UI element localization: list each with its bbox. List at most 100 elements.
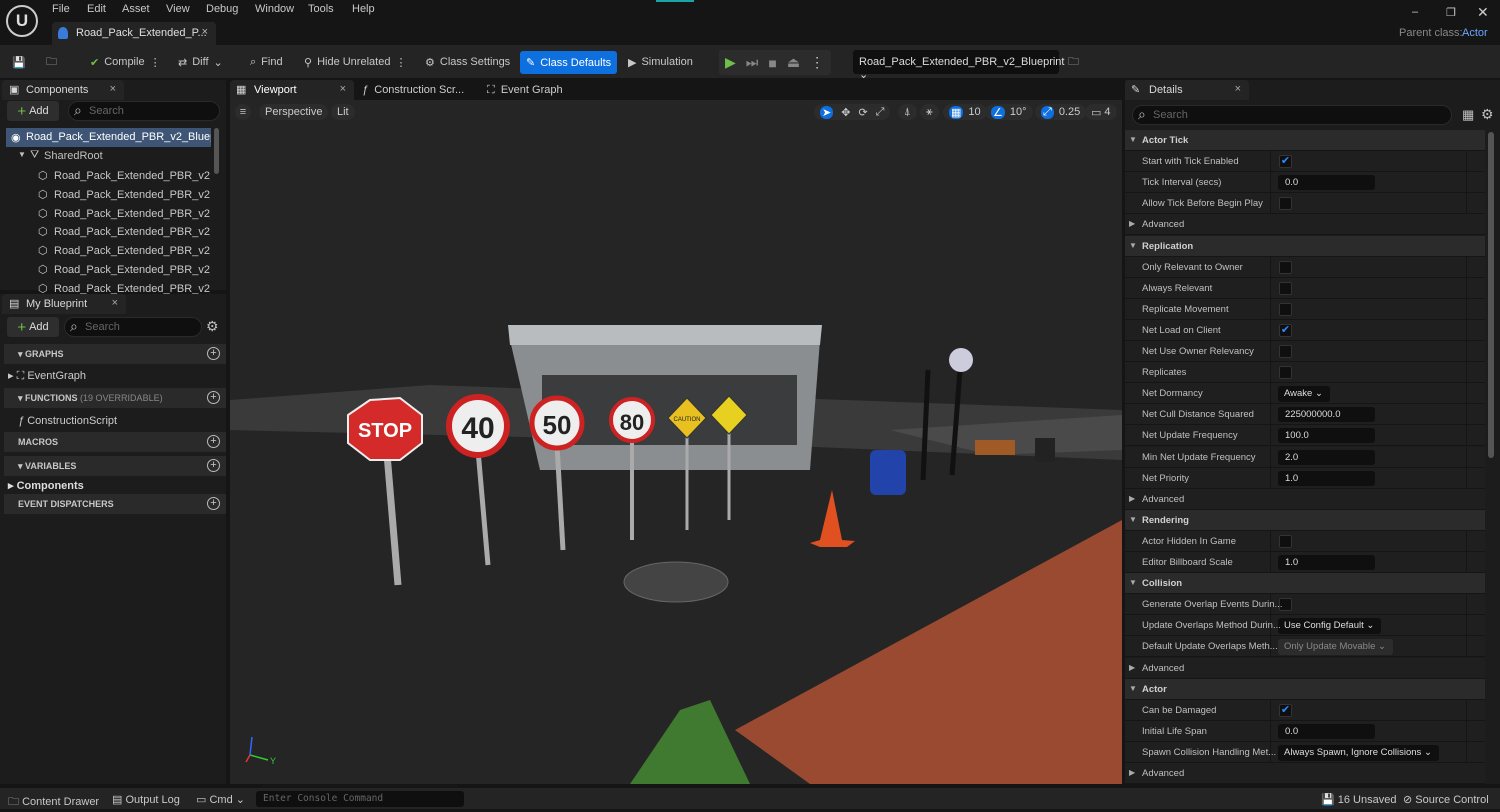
scale-snap-button[interactable]: ⤢ 0.25: [1035, 104, 1087, 120]
close-icon[interactable]: ×: [110, 83, 116, 95]
viewport-menu-icon[interactable]: ≡: [235, 104, 251, 120]
property-checkbox[interactable]: [1279, 345, 1292, 358]
property-dropdown[interactable]: Use Config Default ⌄: [1278, 618, 1382, 635]
expand-triangle-icon[interactable]: ▶: [1129, 494, 1135, 503]
class-defaults-button[interactable]: ✎ Class Defaults: [520, 51, 618, 74]
components-search-input[interactable]: Search: [68, 101, 220, 121]
stop-icon[interactable]: ■: [768, 55, 776, 71]
collapse-triangle-icon[interactable]: ▼: [1129, 135, 1137, 144]
tab-construction-script[interactable]: ƒ Construction Scr...: [362, 84, 464, 96]
close-tab-icon[interactable]: ×: [202, 26, 208, 38]
scale-icon[interactable]: ⤢: [876, 106, 885, 119]
settings-gear-icon[interactable]: ⚙: [1481, 106, 1494, 123]
section-functions[interactable]: ▾ FUNCTIONS (19 OVERRIDABLE) +: [4, 388, 226, 408]
details-search-input[interactable]: Search: [1132, 105, 1452, 125]
close-icon[interactable]: ×: [340, 83, 346, 95]
restore-icon[interactable]: ❐: [1446, 6, 1456, 19]
property-checkbox[interactable]: ✔: [1279, 323, 1292, 337]
details-category-header[interactable]: ▼ Rendering: [1125, 509, 1485, 531]
advanced-expander[interactable]: ▶ Advanced: [1125, 214, 1485, 236]
components-tab[interactable]: ▣ Components ×: [2, 80, 124, 100]
rotate-icon[interactable]: ⟳: [858, 106, 867, 119]
settings-gear-icon[interactable]: ⚙: [206, 318, 219, 335]
eject-icon[interactable]: ⏏: [787, 54, 800, 71]
my-blueprint-search-input[interactable]: Search: [64, 317, 202, 337]
step-icon[interactable]: ⏭: [746, 54, 759, 71]
expand-triangle-icon[interactable]: ▼: [18, 150, 26, 159]
cmd-button[interactable]: ▭ Cmd ⌄: [196, 793, 245, 806]
collapse-triangle-icon[interactable]: ▼: [1129, 578, 1137, 587]
property-dropdown[interactable]: Awake ⌄: [1278, 386, 1330, 403]
collapse-triangle-icon[interactable]: ▼: [1129, 684, 1137, 693]
property-value-input[interactable]: 0.0: [1278, 723, 1375, 739]
property-value-input[interactable]: 2.0: [1278, 449, 1375, 465]
hide-unrelated-button[interactable]: ⚲ Hide Unrelated ⋮: [298, 51, 412, 73]
camera-speed-button[interactable]: ▭ 4: [1085, 104, 1117, 120]
world-local-icon[interactable]: ⚹: [920, 104, 939, 120]
property-checkbox[interactable]: [1279, 260, 1292, 274]
surface-snap-icon[interactable]: ⍋: [898, 104, 917, 120]
minimize-icon[interactable]: –: [1412, 6, 1418, 18]
property-checkbox[interactable]: [1279, 197, 1292, 211]
components-scrollbar[interactable]: [214, 128, 219, 174]
component-item[interactable]: ⬡ Road_Pack_Extended_PBR_v2_old_: [0, 167, 210, 185]
add-function-icon[interactable]: +: [207, 391, 220, 404]
details-category-header[interactable]: ▼ Actor: [1125, 678, 1485, 700]
close-icon[interactable]: ×: [1235, 83, 1241, 95]
close-icon[interactable]: ×: [112, 297, 118, 309]
simulation-button[interactable]: ▶ Simulation: [622, 51, 699, 73]
source-control-button[interactable]: ⊘ Source Control: [1403, 793, 1489, 806]
expand-triangle-icon[interactable]: ▶: [1129, 219, 1135, 228]
menu-window[interactable]: Window: [255, 3, 294, 15]
grid-snap-button[interactable]: ▦ 10: [943, 104, 987, 120]
collapse-triangle-icon[interactable]: ▼: [1129, 515, 1137, 524]
event-graph-item[interactable]: ▸ ⛶ EventGraph: [8, 369, 86, 383]
unsaved-button[interactable]: 💾 16 Unsaved: [1321, 793, 1396, 806]
component-item[interactable]: ⬡ Road_Pack_Extended_PBR_v2_me: [0, 205, 210, 223]
document-tab[interactable]: Road_Pack_Extended_P... ×: [52, 22, 216, 45]
menu-file[interactable]: File: [52, 3, 70, 15]
close-window-icon[interactable]: ✕: [1477, 4, 1489, 21]
details-category-header[interactable]: ▼ Actor Tick: [1125, 130, 1485, 151]
output-log-button[interactable]: ▤ Output Log: [112, 793, 180, 806]
tab-event-graph[interactable]: ⛶ Event Graph: [487, 84, 563, 97]
section-graphs[interactable]: ▾ GRAPHS +: [4, 344, 226, 364]
advanced-expander[interactable]: ▶ Advanced: [1125, 657, 1485, 679]
move-icon[interactable]: ✥: [841, 106, 850, 119]
compile-options-icon[interactable]: ⋮: [150, 56, 161, 69]
add-member-button[interactable]: + Add: [7, 317, 59, 337]
property-value-input[interactable]: 1.0: [1278, 555, 1375, 570]
diff-button[interactable]: ⇄ Diff ⌄: [172, 51, 229, 73]
component-item[interactable]: ⬡ Road_Pack_Extended_PBR_v2_me: [0, 186, 210, 204]
add-graph-icon[interactable]: +: [207, 347, 220, 360]
property-checkbox[interactable]: [1279, 534, 1292, 548]
menu-view[interactable]: View: [166, 3, 190, 15]
table-view-icon[interactable]: ▦: [1462, 107, 1474, 123]
property-checkbox[interactable]: ✔: [1279, 155, 1292, 169]
components-category[interactable]: ▸ Components: [8, 479, 84, 492]
construction-script-item[interactable]: ƒ ConstructionScript: [18, 415, 117, 427]
play-options-icon[interactable]: ⋮: [810, 54, 824, 71]
property-value-input[interactable]: 225000000.0: [1278, 407, 1375, 423]
property-value-input[interactable]: 0.0: [1278, 175, 1375, 191]
tab-viewport[interactable]: ▦ Viewport ×: [230, 80, 354, 100]
content-drawer-button[interactable]: 🗀 Content Drawer: [8, 793, 99, 812]
save-icon[interactable]: 💾: [6, 51, 32, 73]
expand-triangle-icon[interactable]: ▶: [1129, 663, 1135, 672]
menu-edit[interactable]: Edit: [87, 3, 106, 15]
class-settings-button[interactable]: ⚙ Class Settings: [419, 51, 516, 73]
console-input[interactable]: Enter Console Command: [256, 791, 464, 807]
collapse-triangle-icon[interactable]: ▼: [1129, 241, 1137, 250]
expand-triangle-icon[interactable]: ▶: [1129, 768, 1135, 777]
property-checkbox[interactable]: ✔: [1279, 703, 1292, 717]
select-icon[interactable]: ➤: [820, 105, 834, 119]
more-options-icon[interactable]: ⋮: [395, 56, 406, 69]
add-macro-icon[interactable]: +: [207, 435, 220, 448]
tree-root-item[interactable]: ◉ Road_Pack_Extended_PBR_v2_Blueprint: [6, 128, 211, 147]
debug-browse-icon[interactable]: 🗀: [1062, 51, 1085, 73]
component-item[interactable]: ⬡ Road_Pack_Extended_PBR_v2_ligh: [0, 261, 210, 279]
details-category-header[interactable]: ▼ Collision: [1125, 573, 1485, 595]
menu-tools[interactable]: Tools: [308, 3, 334, 15]
tree-item-shared-root[interactable]: ▼ ⛛ SharedRoot: [18, 149, 103, 162]
details-category-header[interactable]: ▼ Replication: [1125, 235, 1485, 257]
